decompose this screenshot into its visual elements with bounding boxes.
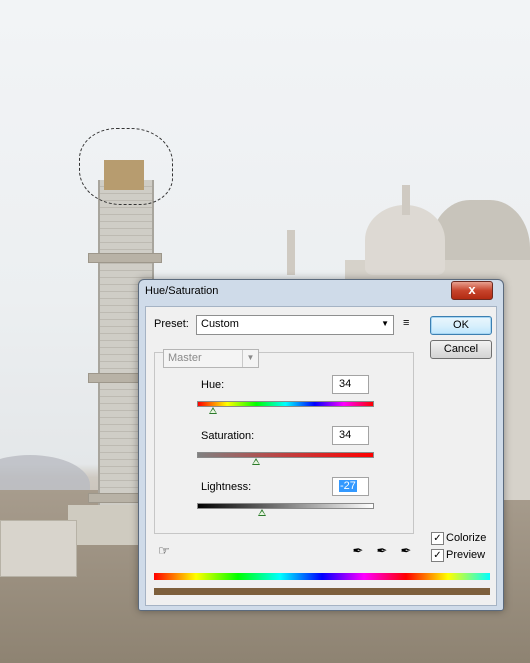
chevron-down-icon: ▼ [381,319,389,328]
lightness-input[interactable]: -27 [332,477,369,496]
title-bar[interactable]: Hue/Saturation x [139,280,503,302]
result-color-bar [154,588,490,595]
small-spire [287,230,295,275]
cancel-button[interactable]: Cancel [430,340,492,359]
lightness-slider[interactable] [197,503,374,509]
eyedropper-icon[interactable]: ✒ [350,543,366,559]
preview-checkbox[interactable]: ✓ [431,549,444,562]
edit-range-value: Master [168,352,202,364]
eyedropper-plus-icon[interactable]: ✒ [374,543,390,559]
ok-button[interactable]: OK [430,316,492,335]
hue-value: 34 [339,378,352,390]
mosque-dome [365,205,445,275]
targeted-adjustment-icon[interactable]: ☞ [156,543,172,559]
saturation-slider[interactable] [197,452,374,458]
dialog-body: Preset: Custom ▼ ≡ OK Cancel Master ▼ Hu… [145,306,497,606]
minaret-balcony [88,253,162,263]
saturation-label: Saturation: [201,430,255,442]
stone-block [0,520,77,577]
list-options-icon[interactable]: ≡ [403,316,417,330]
preview-label: Preview [446,549,486,561]
hue-input[interactable]: 34 [332,375,369,394]
edit-range-dropdown[interactable]: Master ▼ [163,349,259,368]
hue-slider[interactable] [197,401,374,407]
lightness-label: Lightness: [201,481,252,493]
selection-marquee [79,128,173,205]
input-color-bar [154,573,490,580]
eyedropper-minus-icon[interactable]: ✒ [398,543,414,559]
hue-saturation-dialog: Hue/Saturation x Preset: Custom ▼ ≡ OK C… [138,279,504,611]
lightness-slider-thumb[interactable] [258,509,266,516]
saturation-input[interactable]: 34 [332,426,369,445]
lightness-value: -27 [339,480,357,492]
preset-value: Custom [201,318,239,330]
preset-dropdown[interactable]: Custom ▼ [196,315,394,335]
preset-label: Preset: [154,318,189,330]
chevron-down-icon: ▼ [242,350,258,367]
hue-slider-thumb[interactable] [209,407,217,414]
saturation-slider-thumb[interactable] [252,458,260,465]
hue-label: Hue: [201,379,225,391]
close-button[interactable]: x [451,281,493,300]
colorize-checkbox[interactable]: ✓ [431,532,444,545]
dialog-title: Hue/Saturation [145,285,219,297]
saturation-value: 34 [339,429,352,441]
dome-spire [402,185,410,215]
colorize-label: Colorize [446,532,487,544]
